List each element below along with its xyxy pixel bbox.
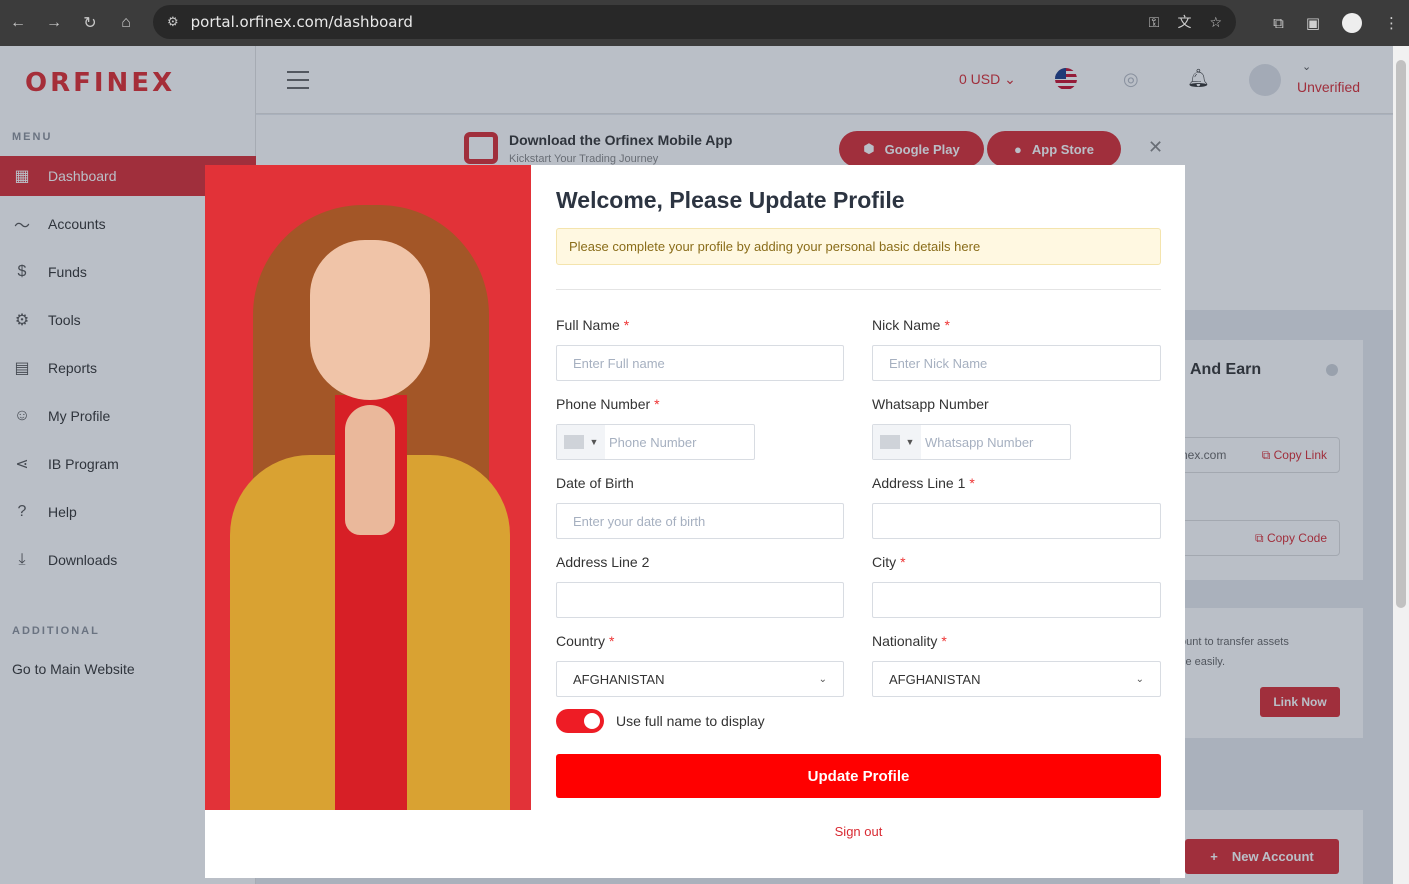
address1-input[interactable] (872, 503, 1161, 539)
address2-label: Address Line 2 (556, 554, 650, 570)
full-name-input[interactable] (556, 345, 844, 381)
site-info-icon[interactable]: ⚙ (167, 14, 179, 30)
update-profile-button[interactable]: Update Profile (556, 754, 1161, 798)
key-icon[interactable]: ⚿ (1149, 14, 1160, 31)
city-label: City * (872, 554, 906, 570)
sidepanel-icon[interactable]: ▣ (1306, 14, 1320, 32)
sign-out-link[interactable]: Sign out (556, 824, 1161, 839)
toggle-label: Use full name to display (616, 713, 765, 729)
back-icon[interactable]: ← (0, 0, 36, 46)
flag-icon (879, 435, 900, 449)
forward-icon[interactable]: → (36, 0, 72, 46)
info-alert: Please complete your profile by adding y… (556, 228, 1161, 265)
city-input[interactable] (872, 582, 1161, 618)
full-name-label: Full Name * (556, 317, 630, 333)
update-profile-modal: Welcome, Please Update Profile Please co… (205, 165, 1185, 878)
extensions-icon[interactable]: ⧉ (1273, 15, 1284, 32)
country-code-dropdown[interactable]: ▼ (557, 425, 605, 459)
country-select[interactable]: AFGHANISTAN ⌄ (556, 661, 844, 697)
address1-label: Address Line 1 * (872, 475, 975, 491)
address2-input[interactable] (556, 582, 844, 618)
phone-input[interactable] (605, 434, 745, 450)
browser-toolbar: ← → ↻ ⌂ ⚙ portal.orfinex.com/dashboard ⚿… (0, 0, 1409, 46)
divider (556, 289, 1161, 290)
dob-input[interactable] (556, 503, 844, 539)
nationality-select[interactable]: AFGHANISTAN ⌄ (872, 661, 1161, 697)
flag-icon (563, 435, 584, 449)
profile-icon[interactable] (1342, 13, 1362, 33)
kebab-menu-icon[interactable]: ⋮ (1384, 14, 1399, 32)
country-code-dropdown[interactable]: ▼ (873, 425, 921, 459)
nick-name-label: Nick Name * (872, 317, 950, 333)
welcome-photo (205, 165, 531, 810)
phone-field[interactable]: ▼ (556, 424, 755, 460)
address-bar[interactable]: ⚙ portal.orfinex.com/dashboard ⚿ 文 ☆ (153, 5, 1236, 39)
whatsapp-label: Whatsapp Number (872, 396, 989, 412)
dob-label: Date of Birth (556, 475, 634, 491)
url-text[interactable]: portal.orfinex.com/dashboard (191, 13, 413, 31)
whatsapp-input[interactable] (921, 434, 1061, 450)
reload-icon[interactable]: ↻ (72, 0, 108, 46)
full-name-display-toggle[interactable] (556, 709, 604, 733)
translate-icon[interactable]: 文 (1177, 12, 1191, 32)
nationality-label: Nationality * (872, 633, 947, 649)
whatsapp-field[interactable]: ▼ (872, 424, 1071, 460)
phone-label: Phone Number * (556, 396, 660, 412)
star-icon[interactable]: ☆ (1209, 14, 1222, 31)
nick-name-input[interactable] (872, 345, 1161, 381)
country-label: Country * (556, 633, 615, 649)
scrollbar[interactable] (1393, 46, 1409, 884)
chevron-down-icon: ⌄ (1135, 673, 1144, 685)
modal-title: Welcome, Please Update Profile (556, 187, 905, 213)
home-icon[interactable]: ⌂ (108, 0, 144, 46)
chevron-down-icon: ⌄ (818, 673, 827, 685)
